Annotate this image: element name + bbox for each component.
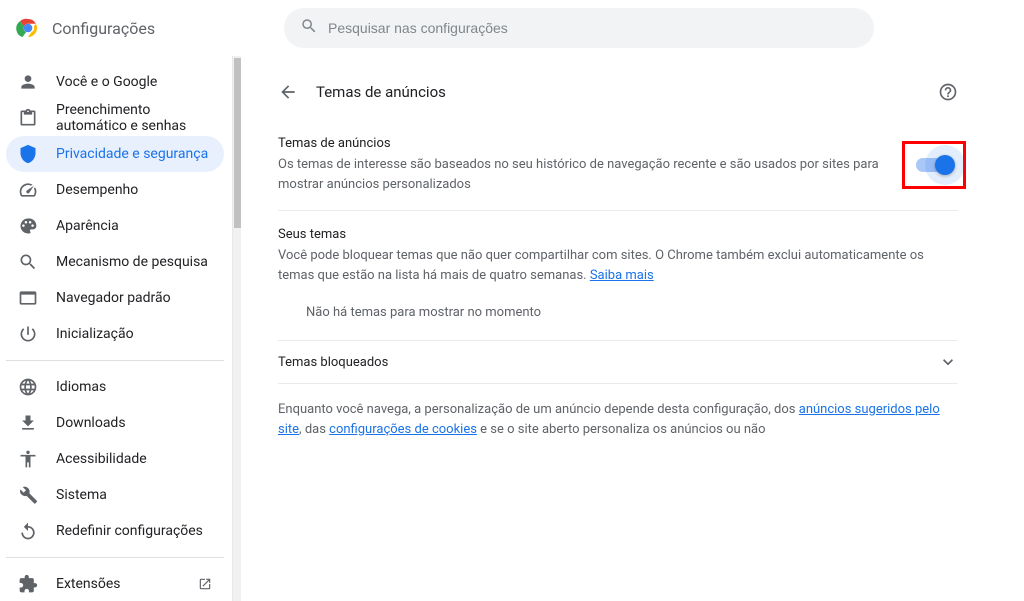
sidebar-item-search-engine[interactable]: Mecanismo de pesquisa	[6, 244, 224, 280]
sidebar-item-label: Aparência	[56, 218, 119, 234]
search-input[interactable]	[328, 20, 858, 36]
blocked-topics-label: Temas bloqueados	[278, 355, 938, 370]
footer-note-section: Enquanto você navega, a personalização d…	[278, 384, 958, 455]
main-content: Temas de anúncios Temas de anúncios Os t…	[242, 56, 1024, 601]
sidebar-item-privacy[interactable]: Privacidade e segurança	[6, 136, 224, 172]
sidebar-item-label: Extensões	[56, 576, 121, 592]
sidebar-item-startup[interactable]: Inicialização	[6, 316, 224, 352]
sidebar-item-extensions[interactable]: Extensões	[6, 566, 224, 601]
globe-icon	[18, 377, 38, 397]
chevron-down-icon	[938, 352, 958, 372]
help-button[interactable]	[938, 82, 958, 102]
learn-more-link[interactable]: Saiba mais	[590, 268, 654, 283]
section-title: Temas de anúncios	[278, 136, 890, 151]
scrollbar-thumb[interactable]	[234, 58, 241, 228]
section-title: Seus temas	[278, 227, 958, 242]
cookie-settings-link[interactable]: configurações de cookies	[329, 422, 477, 437]
sidebar-item-label: Idiomas	[56, 379, 106, 395]
download-icon	[18, 413, 38, 433]
chrome-logo-icon	[16, 16, 40, 40]
scrollbar-track[interactable]	[232, 56, 241, 601]
browser-icon	[18, 288, 38, 308]
sidebar-divider	[6, 360, 224, 361]
clipboard-icon	[18, 108, 38, 128]
sidebar-item-label: Mecanismo de pesquisa	[56, 254, 208, 270]
sidebar-item-label: Inicialização	[56, 326, 134, 342]
sidebar-item-reset[interactable]: Redefinir configurações	[6, 513, 224, 549]
palette-icon	[18, 216, 38, 236]
back-button[interactable]	[278, 82, 298, 102]
ad-topics-toggle[interactable]	[916, 158, 952, 172]
highlight-annotation	[902, 141, 966, 189]
blocked-topics-section: Temas bloqueados	[278, 341, 958, 384]
empty-topics-message: Não há temas para mostrar no momento	[278, 285, 958, 324]
reset-icon	[18, 521, 38, 541]
sidebar-item-label: Preenchimento automático e senhas	[56, 102, 212, 134]
power-icon	[18, 324, 38, 344]
your-topics-section: Seus temas Você pode bloquear temas que …	[278, 211, 958, 341]
page-title: Temas de anúncios	[316, 83, 920, 101]
shield-icon	[18, 144, 38, 164]
sidebar-item-label: Acessibilidade	[56, 451, 147, 467]
sidebar-item-label: Sistema	[56, 487, 107, 503]
sidebar-item-appearance[interactable]: Aparência	[6, 208, 224, 244]
sidebar-item-autofill[interactable]: Preenchimento automático e senhas	[6, 100, 224, 136]
search-icon	[18, 252, 38, 272]
wrench-icon	[18, 485, 38, 505]
ad-topics-toggle-section: Temas de anúncios Os temas de interesse …	[278, 120, 958, 211]
sidebar-item-performance[interactable]: Desempenho	[6, 172, 224, 208]
speed-icon	[18, 180, 38, 200]
sidebar-item-default-browser[interactable]: Navegador padrão	[6, 280, 224, 316]
footer-note: Enquanto você navega, a personalização d…	[278, 400, 958, 439]
search-icon	[300, 17, 318, 39]
sidebar-item-downloads[interactable]: Downloads	[6, 405, 224, 441]
sidebar-item-label: Você e o Google	[56, 74, 157, 90]
section-description: Os temas de interesse são baseados no se…	[278, 155, 890, 194]
sidebar-item-system[interactable]: Sistema	[6, 477, 224, 513]
sidebar-item-label: Desempenho	[56, 182, 138, 198]
person-icon	[18, 72, 38, 92]
search-box[interactable]	[284, 8, 874, 48]
sidebar-item-accessibility[interactable]: Acessibilidade	[6, 441, 224, 477]
sidebar-item-languages[interactable]: Idiomas	[6, 369, 224, 405]
extension-icon	[18, 574, 38, 594]
sidebar-item-label: Navegador padrão	[56, 290, 171, 306]
blocked-topics-expand[interactable]: Temas bloqueados	[278, 341, 958, 383]
sidebar: Você e o Google Preenchimento automático…	[0, 56, 242, 601]
sidebar-item-label: Redefinir configurações	[56, 523, 203, 539]
sidebar-item-label: Privacidade e segurança	[56, 146, 208, 162]
external-link-icon	[198, 577, 212, 591]
page-header: Temas de anúncios	[278, 64, 958, 120]
app-header: Configurações	[0, 0, 1024, 56]
header-title: Configurações	[52, 19, 272, 38]
sidebar-divider	[6, 557, 224, 558]
sidebar-item-you-google[interactable]: Você e o Google	[6, 64, 224, 100]
section-description: Você pode bloquear temas que não quer co…	[278, 246, 958, 285]
sidebar-item-label: Downloads	[56, 415, 126, 431]
accessibility-icon	[18, 449, 38, 469]
